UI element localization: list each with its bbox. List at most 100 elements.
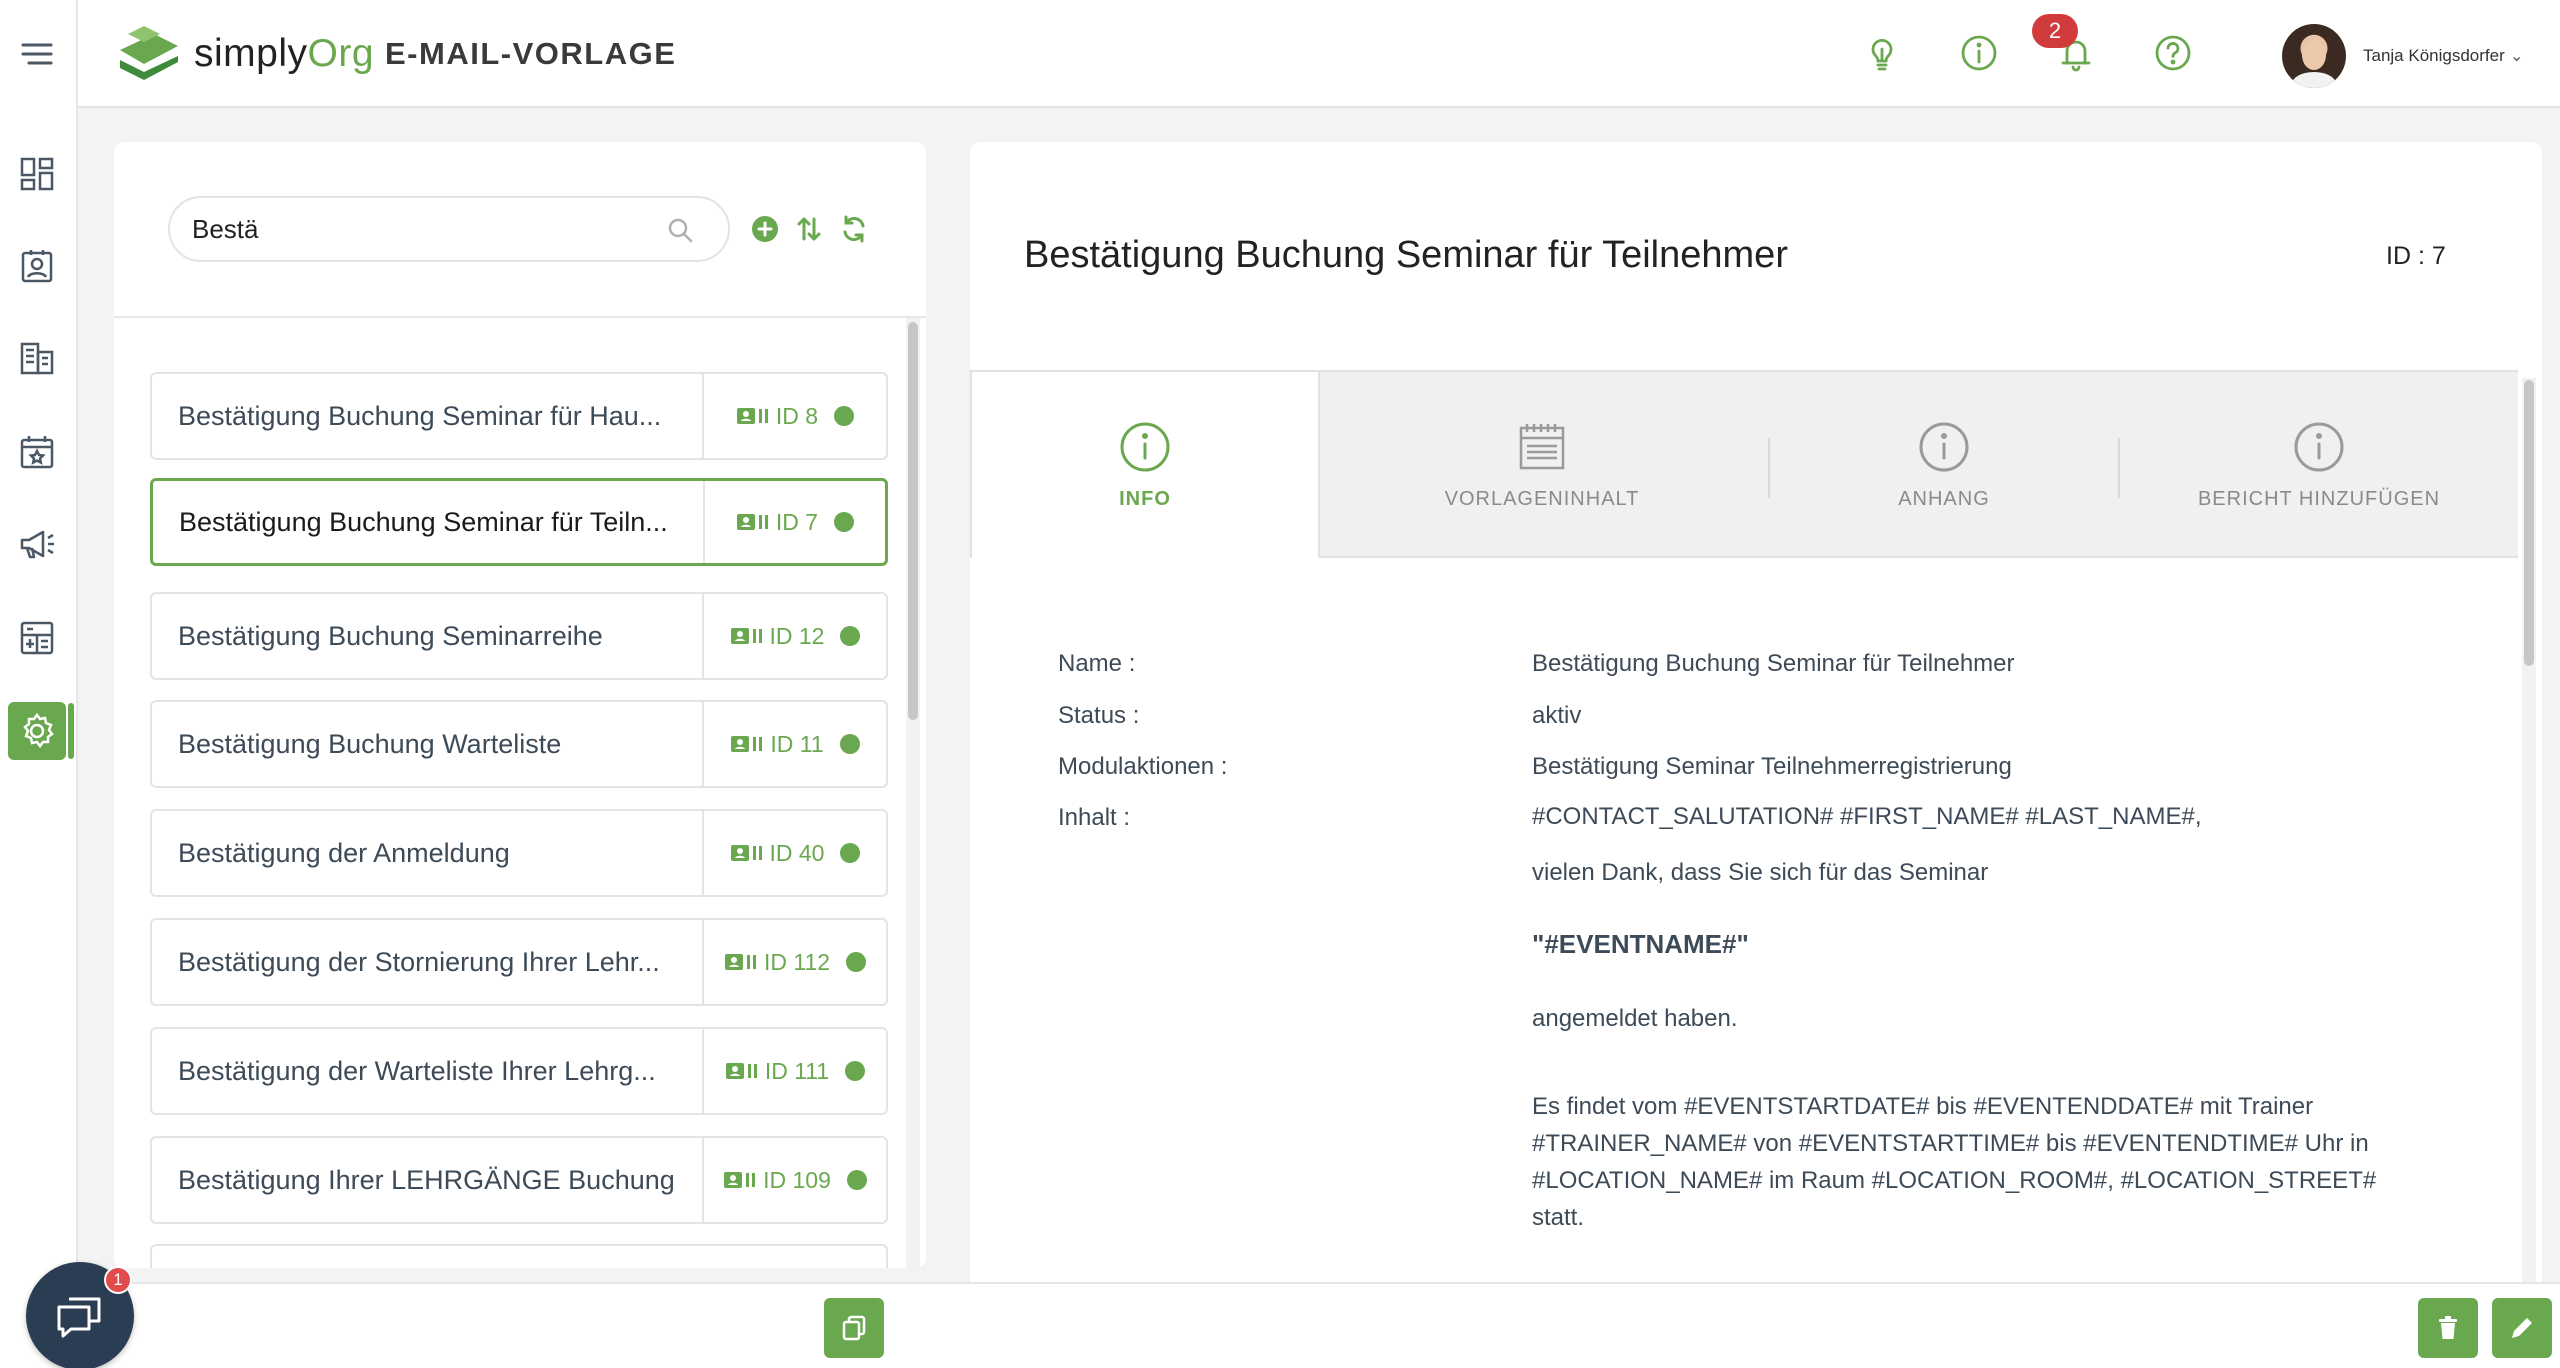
page-title: E-MAIL-VORLAGE [385, 36, 677, 71]
template-name: Bestätigung Buchung Seminar für Hau... [178, 400, 662, 431]
logo-mark-icon [120, 26, 178, 80]
delete-button[interactable] [2418, 1298, 2478, 1358]
left-sidebar [0, 0, 78, 1368]
sidebar-item-organisation[interactable] [0, 326, 74, 390]
status-dot [846, 952, 867, 972]
chat-badge: 1 [104, 1266, 132, 1294]
sidebar-item-settings[interactable] [8, 702, 66, 760]
status-dot [834, 406, 855, 426]
sort-button[interactable] [792, 212, 826, 246]
info-icon [1120, 422, 1170, 471]
pencil-icon [2512, 1318, 2532, 1338]
detail-tabs: INFO VORLAGENINHALT ANHANG BERICHT HINZU… [970, 370, 2518, 558]
help-button[interactable] [2150, 30, 2196, 76]
template-name: Bestätigung der Warteliste Ihrer Lehrg..… [178, 1055, 656, 1086]
template-id: ID 112 [763, 948, 831, 975]
tab-label: INFO [1119, 487, 1171, 510]
list-item[interactable]: Bestätigung Buchung Seminar für Hau... I… [150, 372, 888, 460]
status-dot [846, 1170, 867, 1190]
contact-id-icon [724, 954, 756, 970]
name-label: Name : [1058, 650, 1136, 677]
list-item[interactable]: Bestätigung der Anmeldung ID 40 [150, 809, 888, 897]
contact-id-icon [730, 845, 762, 861]
contact-id-icon [725, 1063, 757, 1079]
list-item[interactable]: Bestätigung der Stornierung Ihrer Lehr..… [150, 918, 888, 1006]
refresh-icon [843, 215, 865, 243]
template-name: Bestätigung Buchung Seminar für Teiln... [179, 506, 668, 537]
edit-button[interactable] [2492, 1298, 2552, 1358]
menu-toggle-button[interactable] [0, 22, 74, 86]
brand-name: simplyOrg [194, 32, 375, 75]
simplyorg-logo[interactable]: simplyOrg [114, 22, 374, 86]
template-name: Bestätigung Buchung Warteliste [178, 728, 562, 759]
contact-card-icon [21, 250, 53, 283]
sidebar-item-events[interactable] [0, 420, 74, 484]
list-item[interactable]: Bestätigung Buchung Seminarreihe ID 12 [150, 592, 888, 680]
status-dot [840, 626, 861, 646]
sidebar-item-accounting[interactable] [0, 606, 74, 670]
detail-scrollbar-thumb[interactable] [2524, 380, 2534, 666]
tab-label: ANHANG [1898, 487, 1990, 510]
list-item-selected[interactable]: Bestätigung Buchung Seminar für Teiln...… [150, 478, 888, 566]
copy-icon [842, 1315, 866, 1341]
tab-vorlageninhalt[interactable]: VORLAGENINHALT [1320, 372, 1764, 558]
tab-label: VORLAGENINHALT [1444, 487, 1640, 510]
template-name: Bestätigung der Anmeldung [178, 837, 510, 868]
sidebar-item-contacts[interactable] [0, 234, 74, 298]
lightbulb-icon [1871, 39, 1893, 71]
template-name: Bestätigung Ihrer LEHRGÄNGE Buchung [178, 1164, 675, 1195]
list-scrollbar-thumb[interactable] [908, 322, 918, 720]
template-id: ID 111 [764, 1057, 830, 1084]
copy-button[interactable] [824, 1298, 884, 1358]
content-line-salutation: #CONTACT_SALUTATION# #FIRST_NAME# #LAST_… [1532, 803, 2202, 830]
template-id: ID 7 [775, 508, 819, 535]
contact-id-icon [724, 1172, 756, 1188]
chevron-down-icon[interactable]: ⌄ [2510, 46, 2523, 66]
inhalt-label: Inhalt : [1058, 804, 1131, 831]
info-button[interactable] [1956, 30, 2002, 76]
contact-id-icon [736, 408, 768, 424]
search-box [168, 196, 730, 262]
refresh-button[interactable] [837, 212, 871, 246]
chat-bubble-icon [57, 1297, 101, 1338]
list-item[interactable] [150, 1244, 888, 1268]
tab-anhang[interactable]: ANHANG [1770, 372, 2118, 558]
search-icon[interactable] [664, 214, 696, 246]
bottom-toolbar [78, 1282, 2560, 1368]
info-icon [1961, 35, 1997, 71]
list-item[interactable]: Bestätigung Ihrer LEHRGÄNGE Buchung ID 1… [150, 1136, 888, 1224]
calendar-star-icon [20, 436, 54, 469]
tab-info[interactable]: INFO [970, 372, 1320, 558]
template-id: ID 40 [769, 839, 825, 866]
template-detail-panel: Bestätigung Buchung Seminar für Teilnehm… [970, 142, 2542, 1282]
template-name: Bestätigung der Stornierung Ihrer Lehr..… [178, 946, 660, 977]
contact-id-icon [730, 628, 762, 644]
sidebar-item-dashboard[interactable] [0, 142, 74, 206]
add-template-button[interactable] [748, 212, 782, 246]
top-bar: simplyOrg E-MAIL-VORLAGE 2 Tanja Königsd… [78, 0, 2560, 108]
info-icon [2294, 422, 2344, 471]
search-input[interactable] [192, 208, 662, 250]
user-avatar[interactable] [2282, 24, 2346, 88]
tips-button[interactable] [1859, 30, 1905, 76]
list-divider [114, 316, 926, 318]
sidebar-item-marketing[interactable] [0, 512, 74, 576]
content-line-registered: angemeldet haben. [1532, 1005, 1738, 1032]
active-indicator [68, 703, 74, 759]
contact-id-icon [736, 514, 768, 530]
name-value: Bestätigung Buchung Seminar für Teilnehm… [1532, 650, 2015, 677]
status-dot [840, 843, 861, 863]
notification-count-badge: 2 [2032, 14, 2078, 48]
tab-label: BERICHT HINZUFÜGEN [2197, 487, 2441, 510]
tab-bericht-hinzufuegen[interactable]: BERICHT HINZUFÜGEN [2120, 372, 2518, 558]
user-name[interactable]: Tanja Königsdorfer [2363, 46, 2505, 66]
list-item[interactable]: Bestätigung der Warteliste Ihrer Lehrg..… [150, 1027, 888, 1115]
list-item[interactable]: Bestätigung Buchung Warteliste ID 11 [150, 700, 888, 788]
trash-icon [2439, 1316, 2457, 1339]
settings-gear-icon [23, 712, 54, 749]
detail-title: Bestätigung Buchung Seminar für Teilnehm… [1024, 234, 1788, 276]
dashboard-icon [20, 157, 54, 191]
content-line-eventname: "#EVENTNAME#" [1532, 929, 1749, 959]
help-icon [2155, 35, 2191, 71]
template-id: ID 12 [769, 622, 825, 649]
